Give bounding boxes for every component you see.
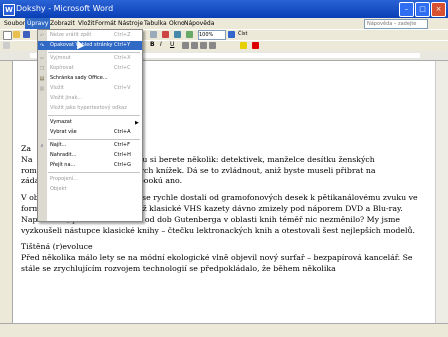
save-icon[interactable] [23, 31, 30, 38]
undo-icon: ↶ [39, 33, 45, 39]
underline-button[interactable]: U [170, 41, 174, 48]
menu-bar: Soubor Úpravy Zobrazit Vložit Formát Nás… [0, 18, 448, 35]
paragraph-3: Před několika málo lety se na módní ekol… [21, 253, 413, 273]
menu-item-replace[interactable]: Nahradit... Ctrl+H [38, 151, 142, 160]
find-icon: ⌕ [40, 143, 44, 149]
menu-item-goto[interactable]: Přejít na... Ctrl+G [38, 161, 142, 170]
menu-format[interactable]: Formát [93, 18, 118, 29]
menu-item-repeat[interactable]: ↷ Opakovat Vzhled stránky Ctrl+Y [38, 41, 142, 50]
justify-icon[interactable] [209, 42, 216, 49]
menu-item-paste[interactable]: ▥ Vložit Ctrl+V [38, 84, 142, 93]
section-heading: Tištěná (r)evoluce [21, 242, 93, 252]
edit-menu-dropdown: ↶ Nelze vrátit zpět Ctrl+Z ↷ Opakovat Vz… [37, 29, 143, 222]
menu-item-copy[interactable]: ❐ Kopírovat Ctrl+C [38, 64, 142, 73]
vertical-scrollbar[interactable] [435, 61, 448, 323]
menu-item-select-all[interactable]: Vybrat vše Ctrl+A [38, 128, 142, 137]
close-button[interactable]: × [431, 2, 446, 17]
menu-item-undo[interactable]: ↶ Nelze vrátit zpět Ctrl+Z [38, 31, 142, 40]
menu-item-paste-hyperlink[interactable]: Vložit jako hypertextový odkaz [38, 104, 142, 113]
menu-item-paste-special[interactable]: Vložit jinak... [38, 94, 142, 103]
window-controls: – □ × [399, 2, 446, 17]
align-right-icon[interactable] [200, 42, 207, 49]
style-icon[interactable] [3, 42, 10, 49]
menu-tabulka[interactable]: Tabulka [142, 18, 169, 29]
paragraph-1-line-1: Za [21, 144, 32, 153]
table-icon[interactable] [150, 31, 157, 38]
font-color-icon[interactable] [252, 42, 259, 49]
copy-icon: ❐ [39, 66, 45, 72]
menu-item-find[interactable]: ⌕ Najít... Ctrl+F [38, 141, 142, 150]
open-icon[interactable] [13, 31, 20, 38]
highlight-color-icon[interactable] [240, 42, 247, 49]
submenu-arrow-icon: ▶ [135, 120, 139, 126]
menu-nastroje[interactable]: Nástroje [116, 18, 145, 29]
menu-napoveda[interactable]: Nápověda [182, 18, 216, 29]
insert-icon[interactable] [162, 31, 169, 38]
paste-icon: ▥ [39, 86, 45, 92]
align-left-icon[interactable] [182, 42, 189, 49]
menu-item-cut[interactable]: ✂ Vyjmout Ctrl+X [38, 54, 142, 63]
align-center-icon[interactable] [191, 42, 198, 49]
minimize-button[interactable]: – [399, 2, 414, 17]
menu-item-links[interactable]: Propojení... [38, 175, 142, 184]
status-bar [0, 323, 448, 337]
maximize-button[interactable]: □ [415, 2, 430, 17]
menu-item-object[interactable]: Objekt [38, 185, 142, 194]
bold-button[interactable]: B [150, 41, 155, 48]
menu-soubor[interactable]: Soubor [2, 18, 27, 29]
word-app-icon: W [3, 4, 15, 16]
new-document-icon[interactable] [3, 31, 12, 40]
redo-icon: ↷ [39, 43, 45, 49]
columns-icon[interactable] [174, 31, 181, 38]
menu-item-clear[interactable]: Vymazat ▶ [38, 118, 142, 127]
read-button[interactable]: Číst [238, 30, 247, 39]
menu-upravy[interactable]: Úpravy [25, 18, 51, 29]
italic-button[interactable]: I [160, 41, 162, 48]
help-search-input[interactable]: Nápověda – zadejte dotaz [364, 19, 428, 35]
clipboard-icon: ▤ [39, 76, 45, 82]
menu-item-office-clipboard[interactable]: ▤ Schránka sady Office... [38, 74, 142, 83]
zoom-select[interactable]: 100% [198, 30, 226, 40]
vertical-ruler [0, 61, 13, 323]
title-bar: W Dokshy - Microsoft Word – □ × [0, 0, 448, 18]
window-title: Dokshy - Microsoft Word [16, 4, 114, 13]
help-icon[interactable] [228, 31, 235, 38]
drawing-icon[interactable] [186, 31, 193, 38]
menu-zobrazit[interactable]: Zobrazit [48, 18, 77, 29]
cut-icon: ✂ [39, 56, 45, 62]
